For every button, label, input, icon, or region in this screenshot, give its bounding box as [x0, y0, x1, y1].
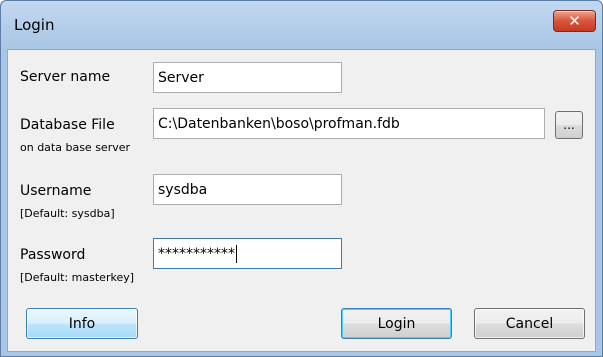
info-button[interactable]: Info [26, 308, 138, 339]
server-name-input[interactable]: Server [153, 62, 342, 93]
server-name-label: Server name [20, 69, 111, 85]
text-caret [236, 244, 237, 263]
window-title: Login [14, 16, 55, 34]
cancel-button[interactable]: Cancel [474, 308, 585, 339]
username-input[interactable]: sysdba [153, 174, 342, 205]
database-file-input[interactable]: C:\Datenbanken\boso\profman.fdb [153, 108, 545, 139]
login-button-label: Login [377, 315, 416, 332]
database-file-label: Database File [20, 117, 115, 133]
username-label: Username [20, 183, 92, 199]
title-bar[interactable]: Login ✕ [1, 1, 602, 49]
database-file-hint: on data base server [20, 141, 131, 154]
username-hint: [Default: sysdba] [20, 207, 115, 220]
password-value: *********** [158, 245, 235, 262]
browse-button[interactable]: ... [555, 111, 583, 139]
cancel-button-label: Cancel [505, 315, 554, 332]
password-hint: [Default: masterkey] [20, 271, 135, 284]
login-dialog: Login ✕ Server name Server Database File… [0, 0, 603, 357]
database-file-value: C:\Datenbanken\boso\profman.fdb [158, 115, 400, 132]
password-label: Password [20, 247, 86, 263]
server-name-value: Server [158, 69, 204, 86]
password-input[interactable]: *********** [153, 238, 342, 269]
info-button-label: Info [68, 315, 96, 332]
login-button[interactable]: Login [341, 308, 452, 339]
close-icon: ✕ [568, 12, 581, 30]
close-button[interactable]: ✕ [553, 10, 596, 32]
username-value: sysdba [158, 181, 208, 198]
ellipsis-icon: ... [563, 118, 575, 132]
dialog-body: Server name Server Database File on data… [7, 49, 596, 352]
